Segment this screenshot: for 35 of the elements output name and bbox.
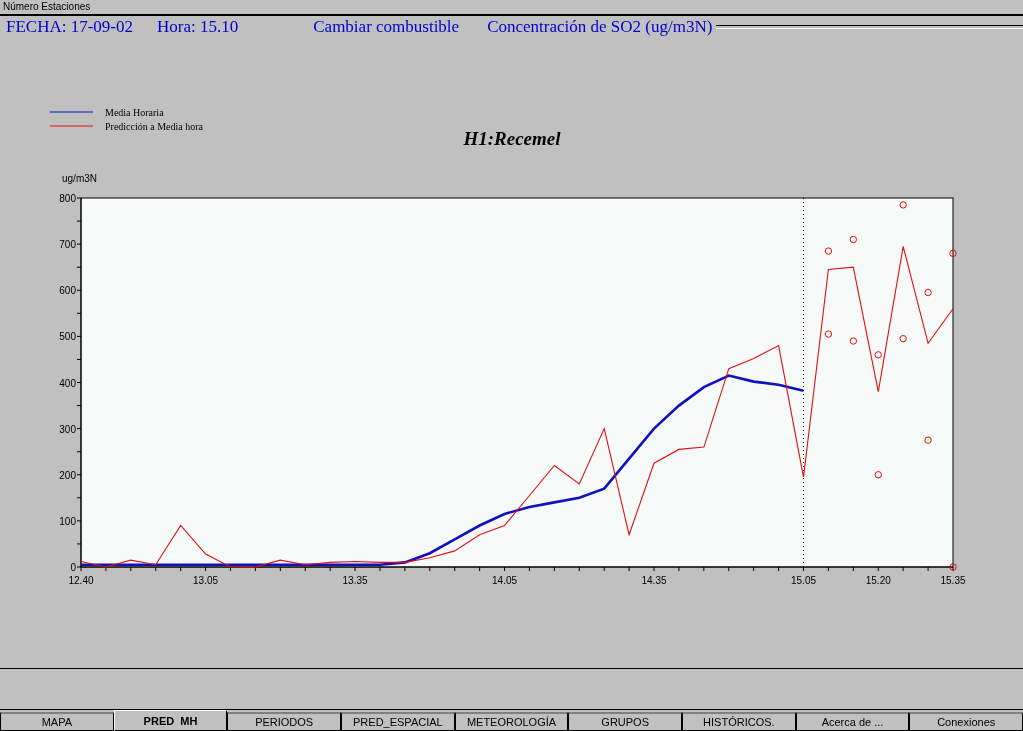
x-tick-label: 15.20	[865, 575, 891, 586]
tab[interactable]: Acerca de ...	[795, 712, 910, 731]
y-tick-label: 400	[59, 377, 76, 389]
window-title: Número Estaciones	[0, 0, 1023, 16]
tab[interactable]: PRED MH	[113, 710, 228, 731]
tab[interactable]: MAPA	[0, 712, 114, 731]
header-field: FECHA: 17-09-02	[6, 17, 134, 37]
tab[interactable]: METEOROLOGÍA	[454, 712, 569, 731]
y-tick-label: 300	[59, 423, 76, 435]
y-tick-label: 600	[59, 285, 76, 297]
y-tick-label: 500	[59, 331, 76, 343]
y-tick-label: 100	[59, 515, 76, 527]
x-tick-label: 13.05	[193, 575, 219, 586]
x-tick-label: 15.05	[791, 575, 817, 586]
y-tick-label: 200	[59, 469, 76, 481]
tab[interactable]: GRUPOS	[568, 712, 683, 731]
y-tick-label: 800	[59, 193, 76, 204]
header-field: Hora: 15.10	[157, 17, 239, 37]
x-tick-label: 14.35	[641, 575, 667, 586]
tab[interactable]: HISTÓRICOS.	[682, 712, 796, 731]
header-field: Concentración de SO2 (ug/m3N)	[487, 17, 713, 37]
x-tick-label: 12.40	[68, 575, 94, 586]
y-tick-label: 0	[70, 562, 76, 573]
tab[interactable]: PERIODOS	[227, 712, 341, 731]
tab[interactable]: PRED_ESPACIAL	[341, 712, 455, 731]
legend-label: Media Horaria	[105, 107, 164, 118]
x-tick-label: 15.35	[940, 575, 966, 586]
x-tick-label: 13.35	[342, 575, 368, 586]
y-axis-label: ug/m3N	[62, 173, 97, 184]
x-tick-label: 14.05	[492, 575, 518, 586]
y-tick-label: 700	[59, 239, 76, 251]
header-field: Cambiar combustible	[313, 17, 460, 37]
chart-title: H1:Recemel	[463, 128, 561, 149]
legend-label: Predicción a Media hora	[105, 121, 204, 132]
tab[interactable]: Conexiones	[909, 712, 1023, 731]
